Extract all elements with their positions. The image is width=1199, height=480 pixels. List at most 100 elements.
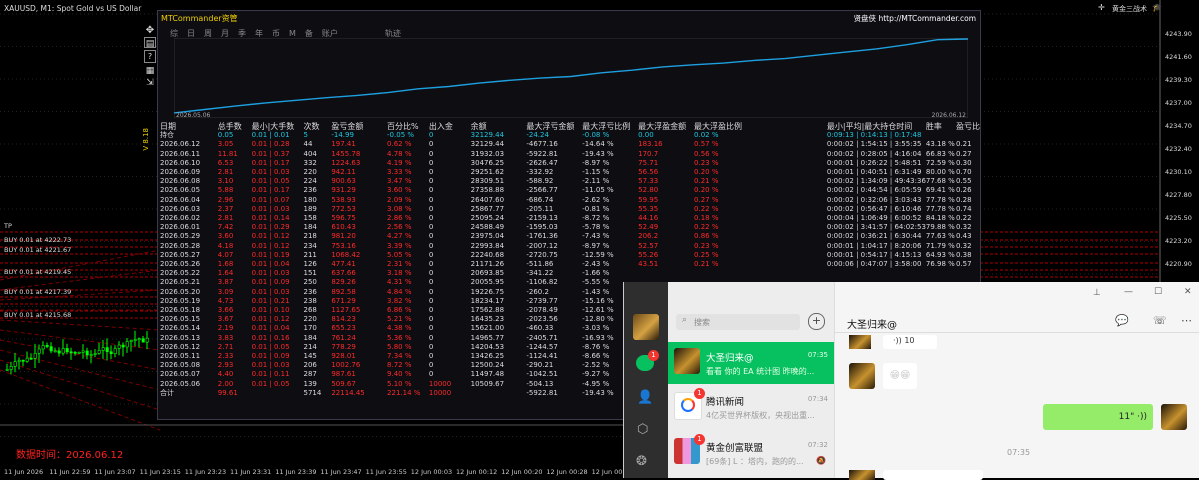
chat-bubble-icon[interactable]: 💬 (1115, 314, 1129, 327)
mtc-tab[interactable]: 综 (170, 29, 178, 38)
search-box[interactable]: ⌕ 搜索 (676, 314, 800, 330)
table-cell: 4.38 % (387, 324, 412, 333)
mtc-tab[interactable]: 季 (238, 29, 246, 38)
table-cell: 0.32 (956, 223, 972, 232)
table-cell: 214 (303, 342, 317, 351)
table-cell: -332.92 (526, 168, 554, 177)
table-cell (252, 389, 304, 398)
table-cell: -0.08 % (582, 131, 610, 140)
mtc-tab[interactable]: 日 (187, 29, 195, 38)
favorites-icon[interactable]: ⬡ (637, 422, 648, 437)
buy-order-label[interactable]: BUY 0.01 at 4219.45 (4, 268, 71, 276)
voice-message-bubble[interactable]: 11" ·)) (1043, 404, 1153, 430)
table-cell: -8.97 % (582, 241, 610, 250)
grid-icon[interactable]: ▦ (144, 65, 156, 77)
chat-window[interactable]: 1 👤 ⬡ ❂ ⌕ 搜索 + 大圣归来@ 07:35 看看 你的 EA 统计图 … (623, 282, 1199, 480)
more-icon[interactable]: ⋯ (1181, 314, 1192, 327)
table-cell: -2.62 % (582, 195, 610, 204)
table-cell: 56.56 (638, 168, 659, 177)
table-cell: 32129.44 (470, 140, 505, 149)
message-bubble[interactable]: ·)) 10 (883, 335, 937, 349)
table-row: 2026.06.05 5.88 0.01 | 0.17 236 931.29 3.60 %… (160, 186, 980, 195)
table-cell: 0.20 % (694, 186, 719, 195)
add-button[interactable]: + (808, 313, 825, 330)
conversation-item[interactable]: 1 黄金创富联盟 07:32 [69条] L ：塔内，跑的的... 🔕 (668, 432, 834, 474)
table-cell: -14.64 % (582, 140, 614, 149)
move-icon[interactable]: ✥ (144, 24, 156, 37)
table-cell: 0 (428, 361, 434, 370)
table-cell: 0 (428, 168, 434, 177)
mtc-titlebar[interactable]: MTCommander资管 贤盘侠 http://MTCommander.com (158, 11, 980, 25)
table-cell: 2.86 % (387, 214, 412, 223)
mtc-tab[interactable]: 账户 (322, 29, 338, 38)
candle-body (85, 350, 89, 356)
close-button[interactable]: ✕ (1184, 287, 1192, 297)
candle-body (141, 338, 145, 343)
moments-icon[interactable]: ❂ (636, 454, 647, 469)
mtc-site-link[interactable]: 贤盘侠 http://MTCommander.com (854, 13, 976, 24)
table-cell: -2023.56 (526, 315, 558, 324)
mtc-tab[interactable]: 周 (204, 29, 212, 38)
crosshair-icon[interactable]: ✛ (1098, 3, 1105, 12)
candle-body (29, 357, 33, 360)
maximize-button[interactable]: ☐ (1154, 287, 1162, 297)
table-cell: 0.01 | 0.11 (251, 370, 290, 379)
mtc-tab[interactable]: M (289, 29, 296, 38)
candle-body (145, 337, 149, 343)
buy-order-label[interactable]: BUY 0.01 at 4221.67 (4, 246, 71, 254)
buy-order-label[interactable]: BUY 0.01 at 4222.73 (4, 236, 71, 244)
table-cell: 4.19 % (387, 158, 412, 167)
contacts-icon[interactable]: 👤 (637, 390, 653, 405)
table-cell: 2026.06.12 (160, 140, 201, 149)
table-cell: 5.36 % (387, 333, 412, 342)
table-cell: 0.21 (956, 140, 972, 149)
conversation-item[interactable]: 1 腾讯新闻 07:34 4亿买世界杯版权，央视出重... (668, 386, 834, 428)
mtc-tab[interactable]: 年 (255, 29, 263, 38)
table-cell: -205.11 (526, 204, 554, 213)
table-cell: 20693.85 (470, 269, 505, 278)
candle-body (61, 348, 65, 354)
mtc-tab[interactable]: 备 (305, 29, 313, 38)
conversation-avatar (674, 348, 700, 374)
table-cell: 2.56 % (387, 223, 412, 232)
copy-icon[interactable]: ▤ (144, 37, 156, 49)
table-cell: 206.2 (638, 232, 659, 241)
resize-icon[interactable]: ⇲ (144, 77, 156, 89)
mtc-tab[interactable]: 轨迹 (385, 29, 401, 38)
table-cell: -8.72 % (582, 214, 610, 223)
question-icon[interactable]: ? (144, 50, 156, 63)
price-label: 4230.10 (1165, 168, 1192, 176)
equity-curve (174, 38, 968, 118)
table-cell: 778.29 (331, 342, 356, 351)
mtc-tab[interactable]: 币 (272, 29, 280, 38)
message-bubble[interactable]: 😁😁 (883, 363, 917, 389)
pin-button[interactable]: ⊥ (1093, 288, 1101, 298)
user-avatar[interactable] (633, 314, 659, 340)
table-cell: 2026.06.03 (160, 204, 201, 213)
table-cell: 43.51 (638, 260, 659, 269)
version-label: V 8.18 (142, 128, 150, 151)
buy-order-label[interactable]: BUY 0.01 at 4217.39 (4, 288, 71, 296)
table-cell: 1002.76 (331, 361, 361, 370)
minimize-button[interactable]: — (1124, 287, 1133, 297)
table-cell: 170.7 (638, 149, 659, 158)
table-cell: 17562.88 (470, 306, 505, 315)
search-input[interactable]: 搜索 (694, 317, 710, 328)
column-header: 百分比% (387, 122, 419, 131)
column-header: 最大浮盈比例 (694, 122, 743, 131)
buy-order-label[interactable]: BUY 0.01 at 4215.68 (4, 311, 71, 319)
table-cell: 224 (303, 177, 317, 186)
conversation-item[interactable]: 大圣归来@ 07:35 看看 你的 EA 统计图 昨晚的... (668, 342, 834, 384)
table-cell: 238 (303, 296, 317, 305)
table-cell: -2.11 % (582, 177, 610, 186)
message-bubble[interactable] (883, 470, 983, 480)
table-cell: -2566.77 (526, 186, 558, 195)
table-cell: -2739.77 (526, 296, 558, 305)
table-cell: 0 (428, 223, 434, 232)
table-cell: 25867.77 (470, 204, 505, 213)
table-cell: 4.73 (217, 296, 234, 305)
table-cell: -5922.81 (526, 388, 558, 397)
table-cell: 0 (428, 177, 434, 186)
phone-icon[interactable]: ☏ (1153, 314, 1167, 327)
mtc-tab[interactable]: 月 (221, 29, 229, 38)
